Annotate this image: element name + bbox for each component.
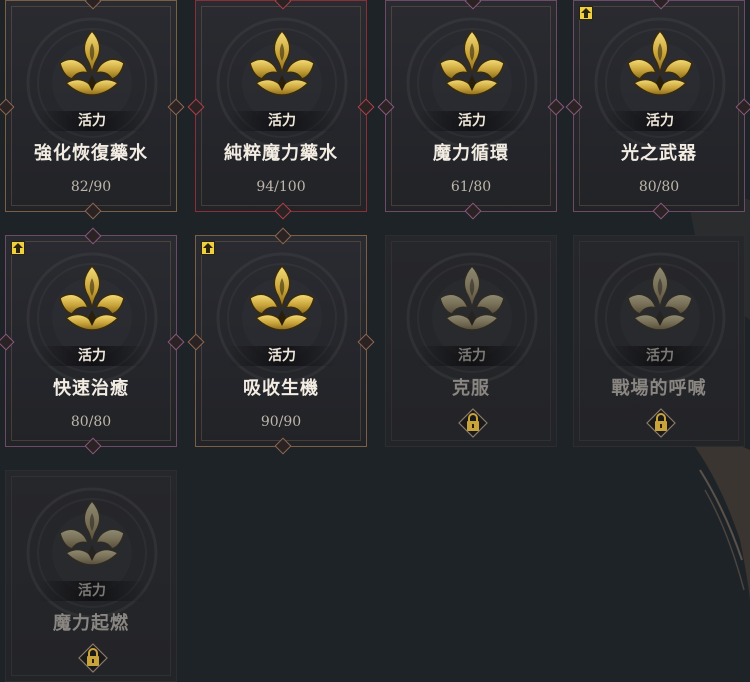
frame-ornament	[547, 98, 565, 116]
frame-ornament	[464, 202, 482, 220]
frame-ornament	[0, 333, 15, 351]
upgrade-arrow-icon	[201, 241, 215, 255]
skill-points: 80/80	[70, 414, 112, 430]
skill-card[interactable]: 活力 光之武器 80/80	[565, 0, 750, 220]
frame-ornament	[735, 98, 750, 116]
skill-points: 90/90	[260, 414, 302, 430]
frame-ornament	[84, 227, 102, 245]
vitality-lotus-icon	[52, 25, 132, 105]
skill-card[interactable]: 活力 戰場的呼喊	[573, 235, 745, 447]
frame-ornament	[652, 202, 670, 220]
frame-ornament	[377, 98, 395, 116]
padlock-icon	[458, 408, 488, 438]
skill-name: 純粹魔力藥水	[224, 143, 338, 164]
skill-name: 快速治癒	[53, 378, 129, 399]
skill-category: 活力	[418, 111, 526, 131]
frame-ornament	[167, 98, 185, 116]
upgrade-arrow-icon	[11, 241, 25, 255]
upgrade-arrow-icon	[579, 6, 593, 20]
skill-points: 82/90	[70, 179, 112, 195]
frame-ornament	[274, 0, 292, 10]
vitality-lotus-icon	[242, 260, 322, 340]
skill-name: 強化恢復藥水	[34, 143, 148, 164]
frame-ornament	[84, 437, 102, 455]
vitality-lotus-icon	[620, 260, 700, 340]
vitality-lotus-icon	[242, 25, 322, 105]
frame-ornament	[167, 333, 185, 351]
skill-name: 光之武器	[621, 143, 697, 164]
skill-category: 活力	[38, 581, 146, 601]
skill-category: 活力	[418, 346, 526, 366]
skill-category: 活力	[38, 346, 146, 366]
skill-grid: 活力 強化恢復藥水 82/90 活力 純粹魔力藥水 94/100 活力 魔力循環…	[0, 0, 750, 682]
skill-points: 61/80	[450, 179, 492, 195]
frame-ornament	[357, 333, 375, 351]
frame-ornament	[652, 0, 670, 10]
skill-name: 魔力起燃	[53, 613, 129, 634]
skill-name: 克服	[452, 378, 490, 399]
frame-ornament	[464, 0, 482, 10]
skill-card[interactable]: 活力 純粹魔力藥水 94/100	[187, 0, 375, 220]
frame-ornament	[274, 227, 292, 245]
skill-card[interactable]: 活力 克服	[385, 235, 557, 447]
frame-ornament	[0, 98, 15, 116]
vitality-lotus-icon	[432, 25, 512, 105]
padlock-icon	[646, 408, 676, 438]
frame-ornament	[357, 98, 375, 116]
frame-ornament	[274, 437, 292, 455]
skill-category: 活力	[606, 111, 714, 131]
skill-card[interactable]: 活力 強化恢復藥水 82/90	[0, 0, 185, 220]
skill-points: 94/100	[256, 179, 306, 195]
skill-name: 魔力循環	[433, 143, 509, 164]
skill-name: 吸收生機	[243, 378, 319, 399]
vitality-lotus-icon	[620, 25, 700, 105]
frame-ornament	[274, 202, 292, 220]
skill-card[interactable]: 活力 快速治癒 80/80	[0, 227, 185, 455]
vitality-lotus-icon	[52, 260, 132, 340]
frame-ornament	[84, 0, 102, 10]
skill-category: 活力	[228, 346, 336, 366]
frame-ornament	[187, 98, 205, 116]
vitality-lotus-icon	[432, 260, 512, 340]
skill-card[interactable]: 活力 魔力循環 61/80	[377, 0, 565, 220]
frame-ornament	[565, 98, 583, 116]
skill-category: 活力	[606, 346, 714, 366]
vitality-lotus-icon	[52, 495, 132, 575]
frame-ornament	[84, 202, 102, 220]
skill-card[interactable]: 活力 吸收生機 90/90	[187, 227, 375, 455]
frame-ornament	[187, 333, 205, 351]
skill-card[interactable]: 活力 魔力起燃	[5, 470, 177, 682]
skill-name: 戰場的呼喊	[611, 378, 707, 399]
skill-points: 80/80	[638, 179, 680, 195]
skill-category: 活力	[38, 111, 146, 131]
padlock-icon	[78, 643, 108, 673]
skill-category: 活力	[228, 111, 336, 131]
